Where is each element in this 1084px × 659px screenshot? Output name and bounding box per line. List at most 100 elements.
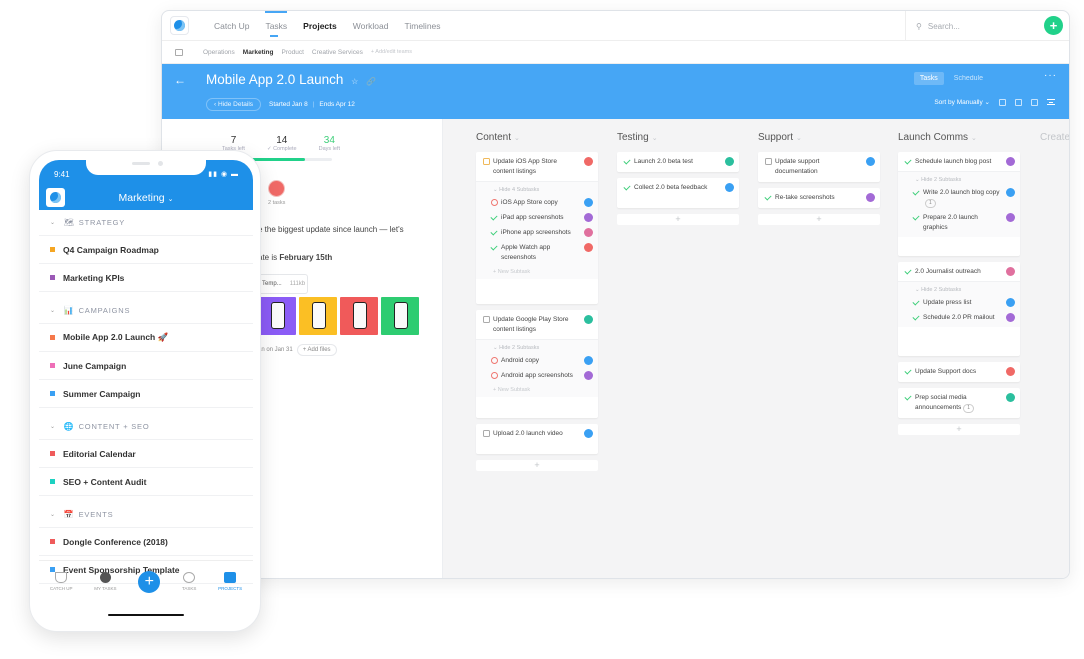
- add-button[interactable]: +: [1044, 16, 1063, 35]
- task-card[interactable]: Launch 2.0 beta test: [617, 152, 739, 172]
- task-row[interactable]: Re-take screenshots: [758, 188, 880, 203]
- image-thumbnail[interactable]: [340, 297, 378, 335]
- hide-subtasks-toggle[interactable]: ⌄ Hide 2 Subtasks: [476, 340, 598, 351]
- task-status-icon[interactable]: [624, 158, 631, 165]
- task-status-icon[interactable]: [624, 184, 631, 191]
- board-view-icon[interactable]: [1015, 98, 1022, 106]
- tab-tasks-mobile[interactable]: TASKS: [182, 572, 196, 591]
- more-icon[interactable]: ···: [1044, 70, 1057, 81]
- add-task-button[interactable]: +: [898, 424, 1020, 435]
- nav-tasks[interactable]: Tasks: [265, 11, 287, 37]
- subtask-row[interactable]: iPhone app screenshots: [476, 223, 598, 238]
- task-status-icon[interactable]: [483, 158, 490, 165]
- nav-workload[interactable]: Workload: [353, 21, 389, 31]
- image-thumbnail[interactable]: [381, 297, 419, 335]
- task-row[interactable]: Update Support docs: [898, 362, 1020, 377]
- hide-subtasks-toggle[interactable]: ⌄ Hide 2 Subtasks: [898, 172, 1020, 183]
- subtask-row[interactable]: Android copy: [476, 351, 598, 366]
- file-attachment[interactable]: Temp... 111kb: [258, 274, 308, 294]
- task-card[interactable]: Update Google Play Store content listing…: [476, 310, 598, 418]
- add-task-button[interactable]: +: [476, 460, 598, 471]
- team-product[interactable]: Product: [282, 49, 304, 56]
- new-subtask-button[interactable]: + New Subtask: [476, 263, 598, 275]
- task-row[interactable]: Collect 2.0 beta feedback: [617, 178, 739, 193]
- task-status-icon[interactable]: [905, 268, 912, 275]
- task-card[interactable]: Upload 2.0 launch video: [476, 424, 598, 454]
- project-list-item[interactable]: Q4 Campaign Roadmap: [39, 236, 253, 264]
- sidebar-toggle-icon[interactable]: [175, 48, 183, 56]
- sort-dropdown[interactable]: Sort by Manually ⌄: [934, 98, 990, 106]
- task-row[interactable]: Update iOS App Store content listings: [476, 152, 598, 177]
- project-list-item[interactable]: Summer Campaign: [39, 380, 253, 408]
- assignee-avatar[interactable]: [268, 180, 285, 197]
- project-list-item[interactable]: Dongle Conference (2018): [39, 528, 253, 556]
- task-card[interactable]: Update Support docs: [898, 362, 1020, 382]
- tab-catch-up[interactable]: CATCH UP: [50, 572, 73, 591]
- team-selector[interactable]: Marketing ⌄: [39, 192, 253, 204]
- task-row[interactable]: Schedule launch blog post: [898, 152, 1020, 167]
- add-task-button[interactable]: +: [758, 214, 880, 225]
- team-creative-services[interactable]: Creative Services: [312, 49, 363, 56]
- subtask-row[interactable]: iPad app screenshots: [476, 208, 598, 223]
- task-row[interactable]: Prep social media announcements 1: [898, 388, 1020, 413]
- column-header[interactable]: Support ⌄: [758, 132, 802, 143]
- add-files-button[interactable]: + Add files: [296, 344, 337, 356]
- mobile-add-button[interactable]: +: [138, 570, 161, 593]
- project-list-item[interactable]: Mobile App 2.0 Launch 🚀: [39, 324, 253, 352]
- subtask-row[interactable]: Schedule 2.0 PR mailout: [898, 308, 1020, 323]
- subtask-row[interactable]: iOS App Store copy: [476, 193, 598, 208]
- subtask-row[interactable]: Prepare 2.0 launch graphics: [898, 208, 1020, 233]
- column-header[interactable]: Content ⌄: [476, 132, 520, 143]
- column-header[interactable]: Launch Comms ⌄: [898, 132, 977, 143]
- app-logo[interactable]: [170, 16, 189, 35]
- hide-subtasks-toggle[interactable]: ⌄ Hide 2 Subtasks: [898, 282, 1020, 293]
- nav-timelines[interactable]: Timelines: [404, 21, 440, 31]
- tab-projects-mobile[interactable]: PROJECTS: [218, 572, 242, 591]
- project-list-item[interactable]: SEO + Content Audit: [39, 468, 253, 496]
- task-status-icon[interactable]: [905, 368, 912, 375]
- task-card[interactable]: Re-take screenshots: [758, 188, 880, 208]
- hide-details-button[interactable]: ‹ Hide Details: [206, 98, 262, 111]
- column-header[interactable]: Testing ⌄: [617, 132, 658, 143]
- task-status-icon[interactable]: [765, 158, 772, 165]
- create-column-button[interactable]: Create: [1040, 132, 1069, 143]
- panel-view-icon[interactable]: [1031, 98, 1038, 106]
- task-status-icon[interactable]: [905, 394, 912, 401]
- image-thumbnail[interactable]: [299, 297, 337, 335]
- back-arrow-icon[interactable]: ←: [174, 73, 186, 87]
- hide-subtasks-toggle[interactable]: ⌄ Hide 4 Subtasks: [476, 182, 598, 193]
- subtask-row[interactable]: Update press list: [898, 293, 1020, 308]
- tab-my-tasks[interactable]: MY TASKS: [94, 572, 117, 591]
- project-list-item[interactable]: Marketing KPIs: [39, 264, 253, 292]
- task-row[interactable]: Upload 2.0 launch video: [476, 424, 598, 439]
- task-card[interactable]: 2.0 Journalist outreach ⌄ Hide 2 Subtasks…: [898, 262, 1020, 356]
- section-header[interactable]: ⌄ 🗺 STRATEGY: [39, 210, 253, 236]
- task-status-icon[interactable]: [905, 158, 912, 165]
- project-list-item[interactable]: June Campaign: [39, 352, 253, 380]
- nav-catch-up[interactable]: Catch Up: [214, 21, 249, 31]
- tab-tasks[interactable]: Tasks: [913, 72, 944, 85]
- new-subtask-button[interactable]: + New Subtask: [476, 381, 598, 393]
- task-card[interactable]: Update support documentation: [758, 152, 880, 182]
- task-row[interactable]: 2.0 Journalist outreach: [898, 262, 1020, 277]
- add-edit-teams-link[interactable]: + Add/edit teams: [371, 49, 412, 55]
- add-task-button[interactable]: +: [617, 214, 739, 225]
- star-icon[interactable]: ☆: [351, 77, 358, 86]
- task-status-icon[interactable]: [483, 430, 490, 437]
- section-header[interactable]: ⌄ 🌐 CONTENT + SEO: [39, 414, 253, 440]
- section-header[interactable]: ⌄ 📅 EVENTS: [39, 502, 253, 528]
- task-card[interactable]: Schedule launch blog post ⌄ Hide 2 Subtas…: [898, 152, 1020, 256]
- team-marketing[interactable]: Marketing: [243, 49, 274, 56]
- task-status-icon[interactable]: [765, 194, 772, 201]
- team-operations[interactable]: Operations: [203, 49, 235, 56]
- task-card[interactable]: Prep social media announcements 1: [898, 388, 1020, 418]
- subtask-row[interactable]: Apple Watch app screenshots: [476, 238, 598, 263]
- task-row[interactable]: Update Google Play Store content listing…: [476, 310, 598, 335]
- subtask-row[interactable]: Android app screenshots: [476, 366, 598, 381]
- image-thumbnail[interactable]: [258, 297, 296, 335]
- link-icon[interactable]: 🔗: [366, 77, 376, 86]
- section-header[interactable]: ⌄ 📊 CAMPAIGNS: [39, 298, 253, 324]
- subtask-row[interactable]: Write 2.0 launch blog copy1: [898, 183, 1020, 208]
- task-status-icon[interactable]: [483, 316, 490, 323]
- nav-projects[interactable]: Projects: [303, 21, 337, 31]
